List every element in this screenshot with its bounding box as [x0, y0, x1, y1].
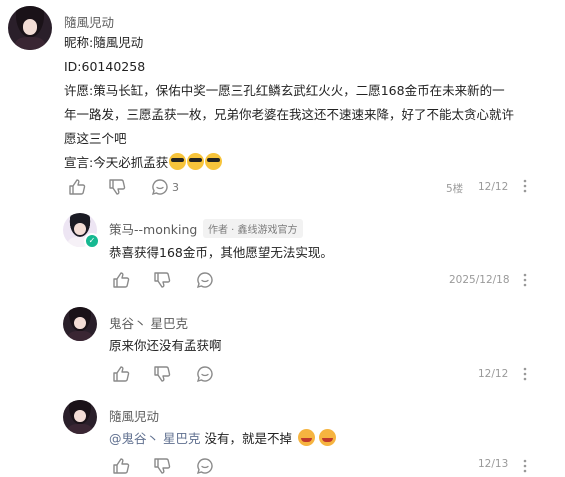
reply-button[interactable]	[196, 365, 214, 383]
comment-line: 年一路发，三愿孟获一枚，兄弟你老婆在我这还不速速来降，好了不能太贪心就许	[64, 107, 515, 122]
more-vertical-icon	[523, 367, 527, 381]
like-button[interactable]	[112, 271, 130, 289]
sunglasses-emoji-icon	[169, 153, 187, 170]
sunglasses-emoji-icon	[205, 153, 223, 170]
party-emoji-icon	[318, 429, 336, 446]
verified-badge-icon: ✓	[84, 233, 100, 249]
comment-author[interactable]: 隨風児动	[64, 12, 114, 31]
comment-icon	[196, 458, 213, 475]
reply-button[interactable]	[196, 271, 214, 289]
reply-text: 没有，就是不掉	[200, 431, 292, 446]
more-options-button[interactable]	[522, 458, 528, 477]
more-options-button[interactable]	[522, 178, 528, 197]
reply-author[interactable]: 隨風児动	[109, 406, 159, 425]
thumbs-down-icon	[109, 179, 126, 195]
comment-line-declaration: 宣言:今天必抓孟获	[64, 151, 223, 175]
more-vertical-icon	[523, 459, 527, 473]
dislike-button[interactable]	[153, 457, 171, 475]
author-official-tag: 作者 · 鑫线游戏官方	[203, 219, 303, 238]
reply-count: 3	[172, 181, 179, 194]
like-button[interactable]	[112, 457, 130, 475]
thumbs-up-icon	[69, 179, 86, 195]
more-vertical-icon	[523, 179, 527, 193]
reply-date: 12/12	[478, 368, 509, 380]
mention-link[interactable]: @鬼谷丶 星巴克	[109, 431, 200, 446]
more-options-button[interactable]	[522, 366, 528, 385]
floor-number: 5楼	[446, 183, 464, 195]
thumbs-down-icon	[154, 366, 171, 382]
like-button[interactable]	[112, 365, 130, 383]
comment-icon	[196, 272, 213, 289]
sunglasses-emoji-icon	[187, 153, 205, 170]
reply-text: 原来你还没有孟获啊	[109, 338, 222, 353]
thumbs-up-icon	[113, 272, 130, 288]
avatar[interactable]	[63, 307, 97, 341]
thumbs-down-icon	[154, 272, 171, 288]
like-button[interactable]	[68, 178, 86, 196]
more-vertical-icon	[523, 273, 527, 287]
reply-text: 恭喜获得168金币，其他愿望无法实现。	[109, 245, 333, 260]
reply-button[interactable]	[151, 178, 169, 196]
thumbs-down-icon	[154, 458, 171, 474]
reply-date: 2025/12/18	[449, 274, 510, 286]
reply-text-line: @鬼谷丶 星巴克 没有，就是不掉	[109, 427, 336, 451]
dislike-button[interactable]	[108, 178, 126, 196]
avatar[interactable]	[63, 400, 97, 434]
reply-button[interactable]	[196, 457, 214, 475]
thumbs-up-icon	[113, 366, 130, 382]
declaration-text: 宣言:今天必抓孟获	[64, 155, 169, 170]
comment-line: 许愿:策马长缸，保佑中奖一愿三孔红鳞玄武红火火，二愿168金币在未来新的一	[64, 83, 505, 98]
dislike-button[interactable]	[153, 271, 171, 289]
comment-line: 愿这三个吧	[64, 131, 127, 146]
reply-date: 12/13	[478, 458, 509, 470]
comment-date: 12/12	[478, 181, 509, 193]
dislike-button[interactable]	[153, 365, 171, 383]
comment-line: 昵称:隨風児动	[64, 35, 144, 50]
comment-icon	[196, 366, 213, 383]
party-emoji-icon	[297, 429, 315, 446]
comment-line: ID:60140258	[64, 59, 146, 74]
reply-author[interactable]: 策马--monking	[109, 219, 197, 238]
avatar[interactable]	[8, 6, 52, 50]
more-options-button[interactable]	[522, 272, 528, 291]
comment-icon	[151, 179, 168, 196]
reply-author[interactable]: 鬼谷丶 星巴克	[109, 313, 188, 332]
thumbs-up-icon	[113, 458, 130, 474]
